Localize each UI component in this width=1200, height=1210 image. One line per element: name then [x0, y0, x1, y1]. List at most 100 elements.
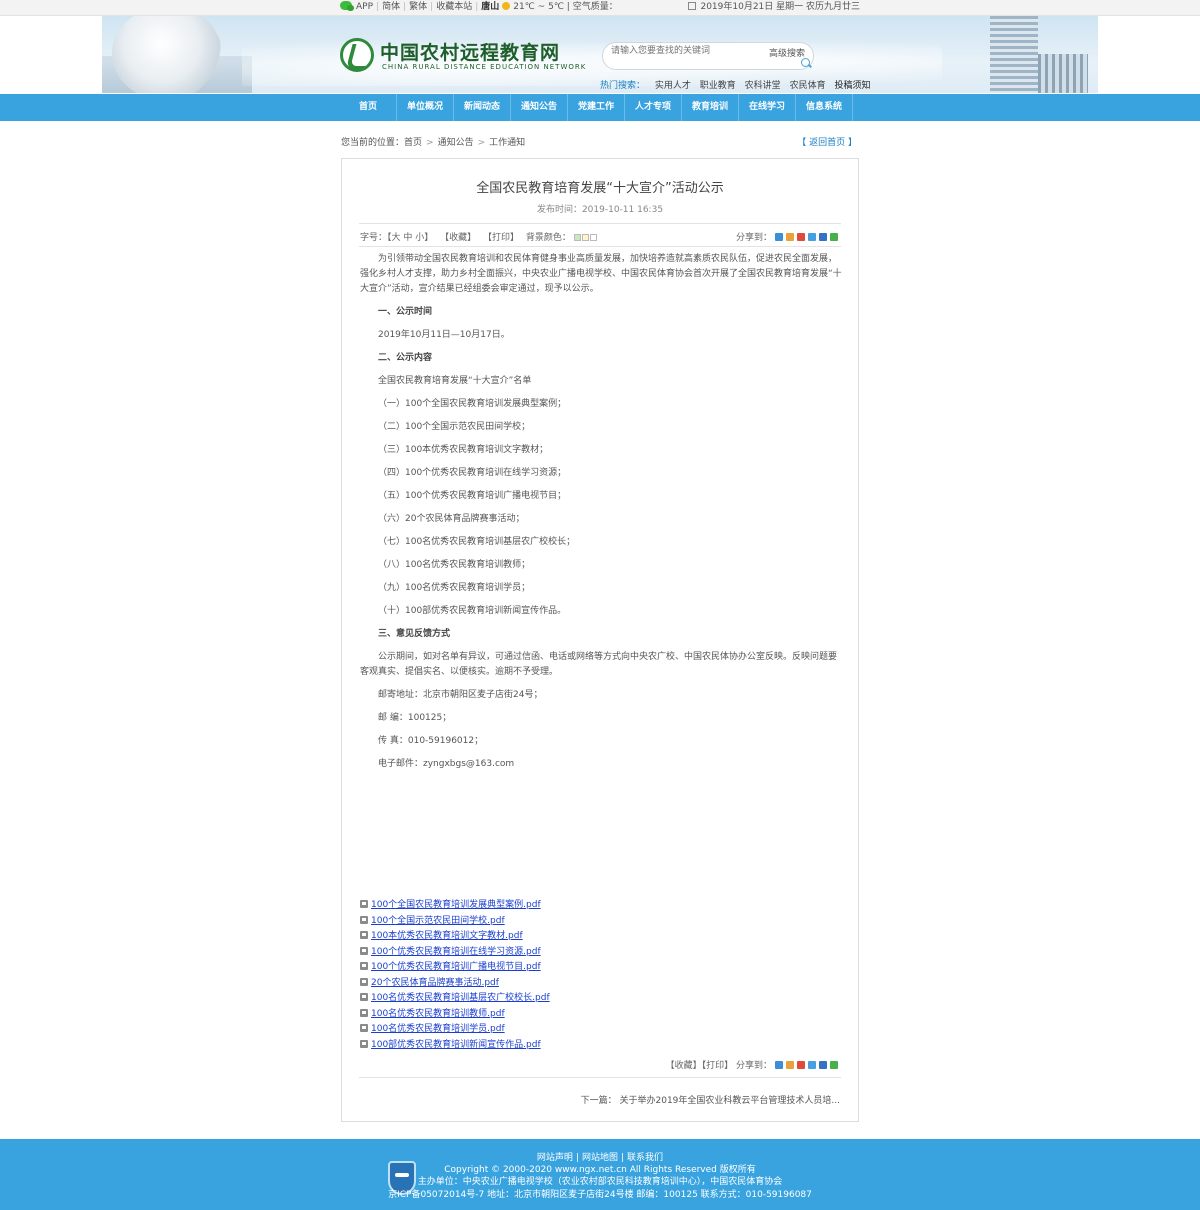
attachment-icon — [360, 900, 368, 908]
hot-search-label: 热门搜索： — [600, 81, 646, 91]
hot-search-item[interactable]: 实用人才 — [655, 81, 691, 91]
nav-item-notices[interactable]: 通知公告 — [511, 94, 568, 121]
footer-organizer: 主办单位：中央农业广播电视学校（农业农村部农民科技教育培训中心），中国农民体育协… — [417, 1177, 783, 1187]
favorite-button[interactable]: 【收藏】 — [440, 233, 476, 243]
feedback-text: 公示期间，如对名单有异议，可通过信函、电话或网络等方式向中央农广校、中国农民体协… — [360, 652, 838, 677]
breadcrumb-work-notices[interactable]: 工作通知 — [489, 138, 525, 148]
search-icon[interactable] — [801, 58, 810, 67]
bottom-tools: 【收藏】【打印】 分享到： — [666, 1058, 838, 1071]
article-title: 全国农民教育培育发展“十大宣介”活动公示 — [476, 181, 724, 196]
wechat-icon[interactable] — [340, 1, 354, 11]
next-article-link[interactable]: 下一篇： 关于举办2019年全国农业科教云平台管理技术人员培... — [581, 1093, 840, 1106]
divider — [359, 223, 841, 224]
hot-search-item[interactable]: 投稿须知 — [834, 81, 870, 91]
attachment-item: 100本优秀农民教育培训文字教材.pdf — [360, 929, 550, 945]
nav-item-home[interactable]: 首页 — [340, 94, 397, 121]
search-input[interactable] — [611, 45, 761, 57]
attachment-item: 100名优秀农民教育培训基层农广校校长.pdf — [360, 991, 550, 1007]
attachment-link[interactable]: 100个全国农民教育培训发展典型案例.pdf — [371, 900, 541, 910]
traditional-link[interactable]: 繁体 — [409, 0, 427, 15]
list-item: （六）20个农民体育品牌赛事活动； — [378, 514, 525, 524]
share-wechat-icon[interactable] — [830, 1061, 838, 1069]
share-bar: 分享到： — [736, 230, 838, 243]
satellite-dish-image — [112, 16, 222, 93]
share-tencent-icon[interactable] — [808, 233, 816, 241]
attachment-link[interactable]: 100名优秀农民教育培训教师.pdf — [371, 1009, 505, 1019]
logo-icon[interactable] — [340, 38, 374, 72]
advanced-search-link[interactable]: 高级搜索 — [769, 46, 805, 59]
nav-item-training[interactable]: 教育培训 — [682, 94, 739, 121]
favorite-button[interactable]: 【收藏】 — [666, 1061, 702, 1071]
hot-search-item[interactable]: 职业教育 — [700, 81, 736, 91]
main-nav: 首页 单位概况 新闻动态 通知公告 党建工作 人才专项 教育培训 在线学习 信息系统 — [0, 94, 1200, 121]
site-footer: 网站声明 | 网站地图 | 联系我们 Copyright © 2000-2020 www… — [0, 1139, 1200, 1210]
nav-item-online-learning[interactable]: 在线学习 — [739, 94, 796, 121]
app-link[interactable]: APP — [356, 0, 373, 15]
share-people-icon[interactable] — [819, 233, 827, 241]
list-item: （八）100名优秀农民教育培训教师； — [378, 560, 531, 570]
attachment-icon — [360, 915, 368, 924]
building-image — [990, 16, 1038, 93]
hot-search-item[interactable]: 农科讲堂 — [745, 81, 781, 91]
attachment-item: 100名优秀农民教育培训教师.pdf — [360, 1007, 550, 1023]
bookmark-link[interactable]: 收藏本站 — [436, 0, 472, 15]
attachment-link[interactable]: 100个全国示范农民田间学校.pdf — [371, 916, 505, 926]
email: 电子邮件：zyngxbgs@163.com — [378, 759, 515, 769]
nav-item-about[interactable]: 单位概况 — [397, 94, 454, 121]
print-button[interactable]: 【打印】 — [483, 233, 519, 243]
share-tencent-icon[interactable] — [808, 1061, 816, 1069]
nav-item-talent[interactable]: 人才专项 — [625, 94, 682, 121]
attachment-link[interactable]: 100名优秀农民教育培训学员.pdf — [371, 1024, 505, 1034]
attachment-link[interactable]: 100本优秀农民教育培训文字教材.pdf — [371, 931, 523, 941]
list-item: （三）100本优秀农民教育培训文字教材； — [378, 445, 549, 455]
attachment-link[interactable]: 100个优秀农民教育培训广播电视节目.pdf — [371, 962, 541, 972]
site-header: 中国农村远程教育网 CHINA RURAL DISTANCE EDUCATION… — [102, 16, 1098, 93]
attachment-icon — [360, 977, 368, 986]
back-home-link[interactable]: 【 返回首页 】 — [797, 135, 857, 148]
attachment-list: 100个全国农民教育培训发展典型案例.pdf 100个全国示范农民田间学校.pd… — [360, 898, 550, 1053]
share-label: 分享到： — [735, 233, 772, 243]
attachment-link[interactable]: 20个农民体育品牌赛事活动.pdf — [371, 978, 499, 988]
attachment-icon — [360, 931, 368, 939]
font-size-control[interactable]: 字号：【大 中 小】 — [360, 233, 433, 243]
article-tools: 字号：【大 中 小】 【收藏】 【打印】 背景颜色： — [360, 230, 598, 243]
simplified-link[interactable]: 简体 — [382, 0, 400, 15]
attachment-item: 100个全国示范农民田间学校.pdf — [360, 914, 550, 930]
print-button[interactable]: 【打印】 — [702, 1061, 734, 1071]
attachment-link[interactable]: 100部优秀农民教育培训新闻宣传作品.pdf — [371, 1040, 541, 1050]
share-qzone-icon[interactable] — [775, 1061, 783, 1069]
share-wechat-icon[interactable] — [830, 233, 838, 241]
list-item: （二）100个全国示范农民田间学校； — [378, 422, 531, 432]
mailing-address: 邮寄地址：北京市朝阳区麦子店街24号； — [378, 690, 543, 700]
share-weibo-icon[interactable] — [786, 1061, 794, 1069]
bg-color-swatch-white[interactable] — [589, 234, 597, 241]
divider — [359, 246, 841, 247]
site-logo-title[interactable]: 中国农村远程教育网 — [380, 38, 560, 65]
attachment-link[interactable]: 100名优秀农民教育培训基层农广校校长.pdf — [371, 993, 550, 1003]
nav-item-news[interactable]: 新闻动态 — [454, 94, 511, 121]
breadcrumb-home[interactable]: 首页 — [404, 138, 422, 148]
bg-color-swatch-green[interactable] — [573, 234, 581, 241]
weather-temp: 21℃ ~ 5℃ — [513, 2, 564, 12]
attachment-icon — [360, 1024, 368, 1032]
nav-item-party[interactable]: 党建工作 — [568, 94, 625, 121]
share-weibo-icon[interactable] — [786, 233, 794, 241]
current-date: 2019年10月21日 星期一 农历九月廿三 — [700, 2, 860, 12]
site-logo-subtitle: CHINA RURAL DISTANCE EDUCATION NETWORK — [382, 63, 587, 71]
section-heading: 二、公示内容 — [378, 353, 433, 363]
nav-item-info-system[interactable]: 信息系统 — [796, 94, 853, 121]
calendar-icon — [688, 2, 697, 10]
breadcrumb-notices[interactable]: 通知公告 — [438, 138, 474, 148]
hot-search-item[interactable]: 农民体育 — [790, 81, 826, 91]
postcode: 邮 编：100125； — [378, 713, 452, 723]
article-body: 为引领带动全国农民教育培训和农民体育健身事业高质量发展，加快培养造就高素质农民队… — [360, 252, 842, 780]
share-qzone-icon[interactable] — [775, 233, 783, 241]
bg-color-swatch-yellow[interactable] — [581, 234, 589, 241]
attachment-link[interactable]: 100个优秀农民教育培训在线学习资源.pdf — [371, 947, 541, 957]
list-item: （一）100个全国农民教育培训发展典型案例； — [378, 399, 567, 409]
section-heading: 三、意见反馈方式 — [378, 629, 451, 639]
share-renren-icon[interactable] — [797, 1061, 805, 1069]
list-item: （七）100名优秀农民教育培训基层农广校校长； — [378, 537, 576, 547]
share-people-icon[interactable] — [819, 1061, 827, 1069]
share-renren-icon[interactable] — [797, 233, 805, 241]
